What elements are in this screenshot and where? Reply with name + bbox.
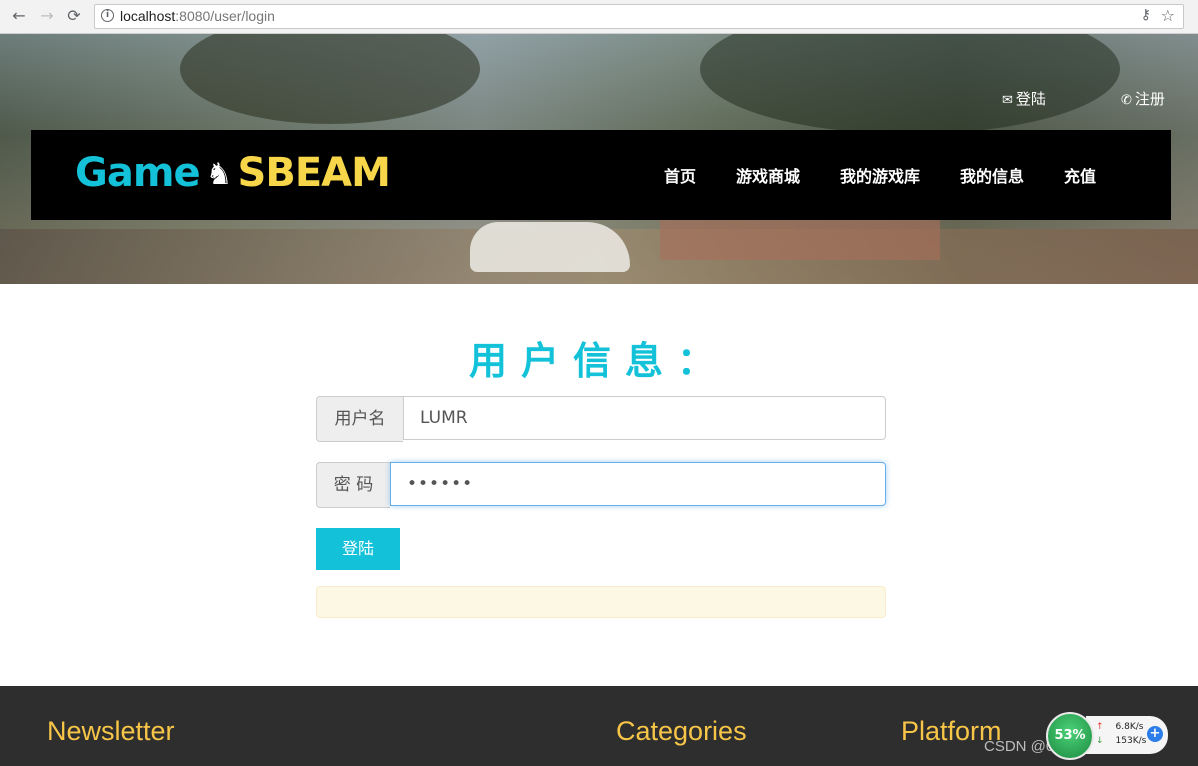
- password-label: 密 码: [316, 462, 390, 508]
- page-title: 用户信息：: [468, 339, 729, 383]
- password-group: 密 码 ••••••: [316, 462, 886, 508]
- chess-knight-icon: ♞: [205, 157, 233, 192]
- browser-toolbar: ← → ⟳ i localhost:8080/user/login ⚷ ☆: [0, 0, 1198, 34]
- nav-my-info[interactable]: 我的信息: [960, 163, 1024, 187]
- footer-heading-categories: Categories: [616, 716, 747, 746]
- back-icon[interactable]: ←: [8, 5, 30, 27]
- username-input[interactable]: LUMR: [403, 396, 886, 440]
- key-icon[interactable]: ⚷: [1141, 7, 1151, 23]
- top-register-link[interactable]: ✆ 注册: [1121, 88, 1165, 109]
- star-icon[interactable]: ☆: [1161, 6, 1175, 25]
- site-logo[interactable]: Game ♞ SBEAM: [75, 148, 391, 200]
- url-text[interactable]: localhost:8080/user/login: [120, 8, 275, 24]
- hero-background: [180, 34, 480, 124]
- nav-my-library[interactable]: 我的游戏库: [840, 163, 920, 187]
- hero-banner: ✉ 登陆 ✆ 注册 Game ♞ SBEAM 首页 游戏商城 我的游戏库 我的信息 充值: [0, 34, 1198, 284]
- top-login-link[interactable]: ✉ 登陆: [1002, 88, 1046, 109]
- phone-icon: ✆: [1121, 93, 1132, 108]
- nav-home[interactable]: 首页: [664, 163, 696, 187]
- download-arrow-icon: ↓: [1096, 736, 1104, 746]
- password-input[interactable]: ••••••: [390, 462, 886, 506]
- login-button[interactable]: 登陆: [316, 528, 400, 570]
- address-bar[interactable]: i localhost:8080/user/login ⚷ ☆: [94, 4, 1184, 29]
- reload-icon[interactable]: ⟳: [63, 5, 85, 27]
- envelope-icon: ✉: [1002, 93, 1013, 108]
- upload-arrow-icon: ↑: [1096, 722, 1104, 732]
- nav-recharge[interactable]: 充值: [1064, 163, 1096, 187]
- forward-icon[interactable]: →: [36, 5, 58, 27]
- memory-gauge[interactable]: 53%: [1046, 712, 1094, 760]
- footer-heading-newsletter: Newsletter: [47, 716, 175, 746]
- username-label: 用户名: [316, 396, 403, 442]
- info-icon[interactable]: i: [101, 9, 114, 22]
- nav-game-store[interactable]: 游戏商城: [736, 163, 800, 187]
- main-navbar: Game ♞ SBEAM 首页 游戏商城 我的游戏库 我的信息 充值: [31, 130, 1171, 220]
- username-group: 用户名 LUMR: [316, 396, 886, 442]
- plus-icon[interactable]: +: [1147, 726, 1163, 742]
- message-alert: [316, 586, 886, 618]
